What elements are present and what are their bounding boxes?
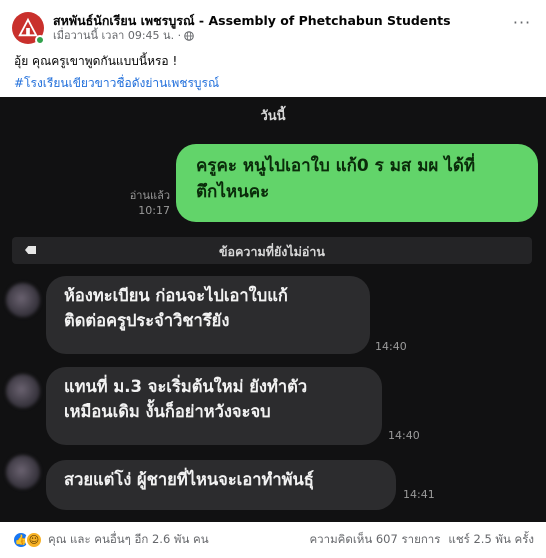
sent-time: 10:17 bbox=[138, 204, 170, 218]
page-name-link[interactable]: สหพันธ์นักเรียน เพชรบูรณ์ - Assembly of … bbox=[53, 13, 510, 28]
received-line-1: ห้องทะเบียน ก่อนจะไปเอาใบแก้ bbox=[64, 286, 288, 305]
haha-icon: ☺ bbox=[25, 531, 43, 549]
read-status: อ่านแล้ว bbox=[129, 189, 170, 202]
globe-icon bbox=[184, 31, 194, 42]
sent-line-1: ครูคะ หนูไปเอาใบ แก้0 ร มส มผ ได้ที่ bbox=[196, 156, 476, 176]
comments-count[interactable]: ความคิดเห็น 607 รายการ bbox=[309, 531, 440, 549]
post-text: อุ้ย คุณครูเขาพูดกันแบบนี้หรอ ! bbox=[14, 54, 178, 68]
unread-divider: ข้อความที่ยังไม่อ่าน bbox=[12, 237, 532, 264]
engagement-stats: ความคิดเห็น 607 รายการ แชร์ 2.5 พัน ครั้… bbox=[309, 531, 534, 549]
sent-line-2: ตึกไหนคะ bbox=[196, 181, 270, 202]
chat-day-label: วันนี้ bbox=[260, 109, 286, 124]
received-time: 14:40 bbox=[375, 340, 407, 353]
header-text: สหพันธ์นักเรียน เพชรบูรณ์ - Assembly of … bbox=[53, 13, 510, 43]
received-line-2: เหมือนเดิม งั้นก็อย่าหวังจะจบ bbox=[64, 401, 271, 421]
unread-divider-label: ข้อความที่ยังไม่อ่าน bbox=[219, 244, 325, 259]
received-message-bubble: สวยแต่โง่ ผู้ชายที่ไหนจะเอาทำพันธุ์ bbox=[46, 460, 396, 510]
sender-avatar bbox=[6, 374, 40, 408]
hashtag-link[interactable]: #โรงเรียนเขียวขาวชื่อดังย่านเพชรบูรณ์ bbox=[14, 74, 219, 93]
more-icon[interactable]: ··· bbox=[510, 13, 534, 32]
reactions-count: คุณ และ คนอื่นๆ อีก 2.6 พัน คน bbox=[48, 532, 209, 546]
post-footer: 👍 ☺ คุณ และ คนอื่นๆ อีก 2.6 พัน คน ความค… bbox=[0, 522, 546, 558]
received-message-bubble: ห้องทะเบียน ก่อนจะไปเอาใบแก้ ติดต่อครูปร… bbox=[46, 276, 370, 354]
sent-message-bubble: ครูคะ หนูไปเอาใบ แก้0 ร มส มผ ได้ที่ ตึก… bbox=[176, 144, 538, 222]
post-meta: เมื่อวานนี้ เวลา 09:45 น. · bbox=[53, 30, 510, 42]
received-time: 14:41 bbox=[403, 488, 435, 501]
post-timestamp[interactable]: เมื่อวานนี้ เวลา 09:45 น. · bbox=[53, 30, 181, 42]
received-message-bubble: แทนที่ ม.3 จะเริ่มต้นใหม่ ยังทำตัว เหมือ… bbox=[46, 367, 382, 445]
received-time: 14:40 bbox=[388, 429, 420, 442]
chat-screenshot[interactable]: วันนี้ อ่านแล้ว 10:17 ครูคะ หนูไปเอาใบ แ… bbox=[0, 97, 546, 522]
page-avatar[interactable] bbox=[12, 12, 45, 45]
reactions-summary[interactable]: 👍 ☺ คุณ และ คนอื่นๆ อีก 2.6 พัน คน bbox=[12, 531, 209, 549]
sender-avatar bbox=[6, 455, 40, 489]
facebook-post: สหพันธ์นักเรียน เพชรบูรณ์ - Assembly of … bbox=[0, 0, 546, 558]
sender-avatar bbox=[6, 283, 40, 317]
received-line-1: สวยแต่โง่ ผู้ชายที่ไหนจะเอาทำพันธุ์ bbox=[64, 470, 314, 489]
post-header: สหพันธ์นักเรียน เพชรบูรณ์ - Assembly of … bbox=[12, 10, 534, 46]
received-line-1: แทนที่ ม.3 จะเริ่มต้นใหม่ ยังทำตัว bbox=[64, 377, 308, 396]
online-status-dot bbox=[35, 35, 45, 45]
received-line-2: ติดต่อครูประจำวิชารึยัง bbox=[64, 310, 230, 330]
read-receipt: อ่านแล้ว 10:17 bbox=[120, 188, 170, 219]
shares-count[interactable]: แชร์ 2.5 พัน ครั้ง bbox=[448, 531, 534, 549]
